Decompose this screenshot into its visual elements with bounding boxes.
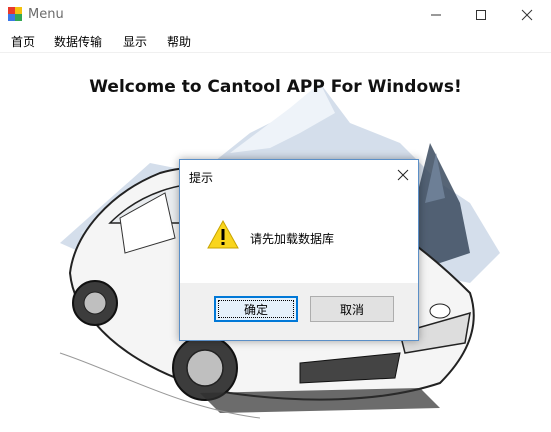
close-button[interactable] <box>504 0 550 30</box>
menu-item-data-transfer[interactable]: 数据传输 <box>54 33 102 50</box>
title-bar: Menu <box>0 0 551 30</box>
dialog-body: 请先加载数据库 <box>180 190 418 283</box>
warning-icon <box>207 220 239 249</box>
cancel-button[interactable]: 取消 <box>310 296 394 322</box>
menu-item-display[interactable]: 显示 <box>123 33 147 50</box>
message-dialog: 提示 请先加载数据库 确定 取消 <box>179 159 419 341</box>
minimize-icon <box>431 14 441 16</box>
menu-bar: 首页 数据传输 显示 帮助 <box>0 30 551 53</box>
dialog-close-button[interactable] <box>388 160 418 190</box>
menu-item-home[interactable]: 首页 <box>11 33 35 50</box>
app-icon <box>8 7 22 21</box>
maximize-icon <box>476 10 486 20</box>
maximize-button[interactable] <box>458 0 504 30</box>
ok-button[interactable]: 确定 <box>214 296 298 322</box>
window-title: Menu <box>28 7 64 22</box>
dialog-message: 请先加载数据库 <box>250 232 335 246</box>
menu-item-help[interactable]: 帮助 <box>167 33 191 50</box>
close-icon <box>521 9 533 21</box>
dialog-footer: 确定 取消 <box>180 283 418 340</box>
dialog-title: 提示 <box>189 171 214 185</box>
dialog-close-icon <box>397 169 409 181</box>
minimize-button[interactable] <box>413 0 459 30</box>
welcome-heading: Welcome to Cantool APP For Windows! <box>89 77 462 97</box>
